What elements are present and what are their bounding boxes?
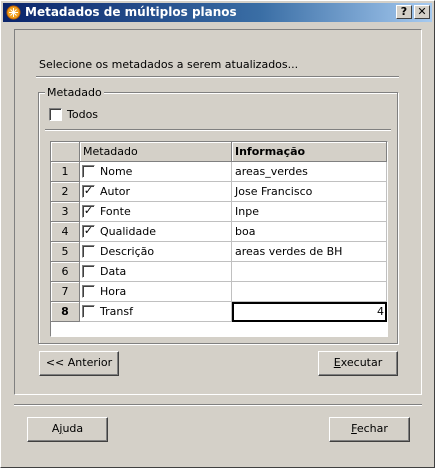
- metadado-name: Fonte: [100, 205, 131, 218]
- app-icon: [6, 5, 21, 20]
- metadado-name: Nome: [100, 165, 133, 178]
- group-legend: Metadado: [45, 86, 104, 99]
- row-checkbox[interactable]: [82, 165, 95, 178]
- row-checkbox[interactable]: [82, 285, 95, 298]
- executar-button[interactable]: Executar: [318, 351, 398, 376]
- informacao-cell[interactable]: areas_verdes: [232, 162, 387, 182]
- row-checkbox[interactable]: ✓: [82, 185, 95, 198]
- informacao-cell[interactable]: boa: [232, 222, 387, 242]
- row-checkbox[interactable]: [82, 245, 95, 258]
- row-checkbox[interactable]: [82, 265, 95, 278]
- window-title: Metadados de múltiplos planos: [25, 5, 237, 19]
- todos-checkbox[interactable]: [49, 108, 62, 121]
- metadado-cell[interactable]: ✓ Qualidade: [80, 222, 232, 242]
- metadado-cell[interactable]: Transf: [80, 302, 232, 322]
- row-number[interactable]: 7: [51, 282, 80, 302]
- metadado-name: Descrição: [100, 245, 155, 258]
- title-bar[interactable]: Metadados de múltiplos planos ? ✕: [3, 3, 432, 22]
- column-header-metadado[interactable]: Metadado: [80, 142, 232, 162]
- metadado-cell[interactable]: Nome: [80, 162, 232, 182]
- bottom-separator: [14, 404, 422, 406]
- informacao-cell[interactable]: 4: [232, 302, 387, 322]
- informacao-cell[interactable]: areas verdes de BH: [232, 242, 387, 262]
- metadata-grid[interactable]: Metadado Informação 1 Nome areas_verdes 2 ✓ A…: [50, 141, 388, 337]
- dialog-window: Metadados de múltiplos planos ? ✕ Seleci…: [0, 0, 435, 468]
- metadado-cell[interactable]: Data: [80, 262, 232, 282]
- metadado-name: Autor: [100, 185, 131, 198]
- group-separator: [45, 129, 391, 131]
- informacao-cell[interactable]: Jose Francisco: [232, 182, 387, 202]
- fechar-label-rest: echar: [356, 422, 388, 435]
- metadado-name: Hora: [100, 285, 127, 298]
- todos-label: Todos: [67, 108, 99, 121]
- row-checkbox[interactable]: [82, 305, 95, 318]
- row-checkbox[interactable]: ✓: [82, 225, 95, 238]
- row-number[interactable]: 2: [51, 182, 80, 202]
- help-title-button[interactable]: ?: [396, 5, 412, 19]
- row-number[interactable]: 3: [51, 202, 80, 222]
- instruction-text: Selecione os metadados a serem atualizad…: [39, 58, 299, 71]
- row-number[interactable]: 1: [51, 162, 80, 182]
- ajuda-label-rest: uda: [62, 422, 84, 435]
- row-number[interactable]: 4: [51, 222, 80, 242]
- column-header-informacao[interactable]: Informação: [232, 142, 387, 162]
- executar-label-first: E: [333, 356, 341, 369]
- ajuda-button[interactable]: Ajuda: [27, 417, 108, 442]
- row-number[interactable]: 8: [51, 302, 80, 322]
- fechar-button[interactable]: Fechar: [329, 417, 410, 442]
- metadado-cell[interactable]: Descrição: [80, 242, 232, 262]
- metadado-name: Transf: [100, 305, 133, 318]
- informacao-cell[interactable]: [232, 282, 387, 302]
- metadado-name: Qualidade: [100, 225, 156, 238]
- metadado-cell[interactable]: ✓ Autor: [80, 182, 232, 202]
- informacao-cell[interactable]: Inpe: [232, 202, 387, 222]
- row-number[interactable]: 5: [51, 242, 80, 262]
- executar-label-rest: xecutar: [340, 356, 383, 369]
- close-title-button[interactable]: ✕: [414, 5, 430, 19]
- metadado-cell[interactable]: ✓ Fonte: [80, 202, 232, 222]
- row-checkbox[interactable]: ✓: [82, 205, 95, 218]
- row-number[interactable]: 6: [51, 262, 80, 282]
- grid-corner-header: [51, 142, 80, 162]
- metadado-name: Data: [100, 265, 127, 278]
- metadado-cell[interactable]: Hora: [80, 282, 232, 302]
- separator: [36, 76, 399, 78]
- informacao-cell[interactable]: [232, 262, 387, 282]
- anterior-button[interactable]: << Anterior: [39, 351, 119, 376]
